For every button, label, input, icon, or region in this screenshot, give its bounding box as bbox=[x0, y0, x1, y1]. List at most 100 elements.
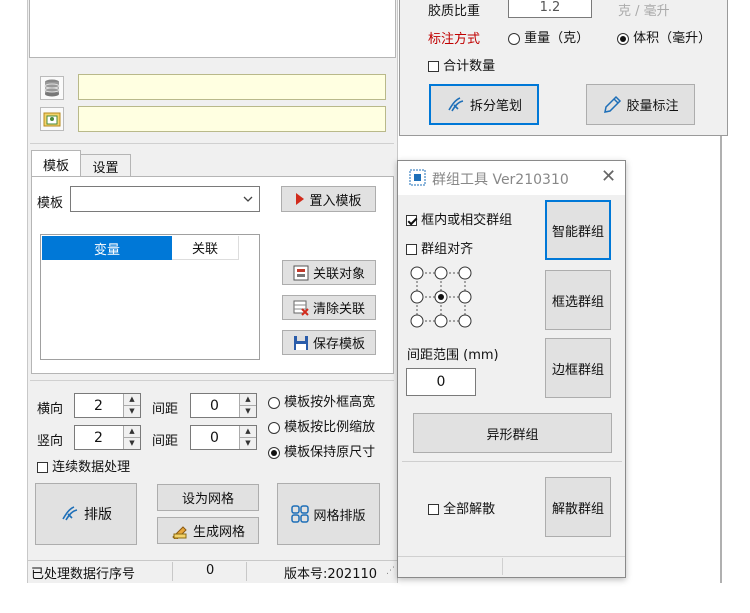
continuous-data-checkbox[interactable]: 连续数据处理 bbox=[37, 456, 130, 475]
spin-up-icon[interactable]: ▲ bbox=[123, 394, 140, 406]
play-arrow-icon bbox=[296, 193, 305, 205]
generate-grid-button[interactable]: 生成网格 bbox=[157, 517, 259, 544]
radio-weight[interactable]: 重量（克） bbox=[508, 27, 589, 46]
associate-object-button[interactable]: 关联对象 bbox=[282, 260, 376, 285]
group-align-checkbox[interactable]: 群组对齐 bbox=[406, 238, 473, 257]
group-tool-title: 群组工具 Ver210310 bbox=[432, 172, 569, 188]
set-grid-button[interactable]: 设为网格 bbox=[157, 484, 259, 511]
layout-button[interactable]: 排版 bbox=[35, 483, 137, 545]
tab-settings[interactable]: 设置 bbox=[81, 154, 131, 177]
version-label: 版本号:202110 bbox=[284, 567, 378, 582]
radio-volume[interactable]: 体积（毫升） bbox=[617, 27, 711, 46]
chevron-down-icon bbox=[243, 196, 253, 202]
horizontal-count-stepper[interactable]: 2 ▲ ▼ bbox=[74, 393, 141, 418]
image-folder-icon[interactable] bbox=[40, 107, 64, 131]
save-template-button[interactable]: 保存模板 bbox=[282, 330, 376, 355]
clear-table-icon bbox=[293, 300, 309, 316]
radio-scale[interactable]: 模板按比例缩放 bbox=[268, 416, 375, 435]
save-disk-icon bbox=[293, 335, 308, 350]
checkbox-icon bbox=[406, 244, 417, 255]
layout-button-label: 排版 bbox=[84, 507, 112, 523]
status-divider bbox=[172, 562, 173, 581]
dissolve-all-checkbox[interactable]: 全部解散 bbox=[428, 498, 495, 517]
box-select-group-button[interactable]: 框选群组 bbox=[545, 270, 611, 330]
image-path-field[interactable] bbox=[78, 106, 386, 132]
pencil-icon bbox=[604, 95, 622, 113]
radio-circle-icon bbox=[268, 396, 280, 409]
table-header-association[interactable]: 关联 bbox=[172, 236, 239, 260]
table-header-variable[interactable]: 变量 bbox=[42, 236, 172, 260]
radio-circle-icon bbox=[268, 421, 280, 434]
processed-rows-value: 0 bbox=[206, 563, 215, 578]
spin-down-icon[interactable]: ▼ bbox=[123, 405, 140, 417]
divider bbox=[30, 143, 394, 144]
template-select[interactable] bbox=[70, 186, 260, 212]
density-input[interactable]: 1.2 bbox=[508, 0, 592, 18]
inside-or-intersect-checkbox[interactable]: 框内或相交群组 bbox=[406, 209, 512, 228]
glue-annotation-button[interactable]: 胶量标注 bbox=[586, 84, 695, 125]
checkbox-icon bbox=[428, 504, 439, 515]
spin-up-icon[interactable]: ▲ bbox=[239, 394, 256, 406]
tab-template[interactable]: 模板 bbox=[31, 150, 81, 177]
h-spacing-stepper[interactable]: 0 ▲ ▼ bbox=[190, 393, 257, 418]
spin-up-icon[interactable]: ▲ bbox=[239, 426, 256, 438]
dissolve-group-button[interactable]: 解散群组 bbox=[545, 477, 611, 537]
tab-template-label: 模板 bbox=[42, 158, 69, 174]
spacing-range-input[interactable]: 0 bbox=[406, 368, 476, 396]
brush-icon bbox=[62, 506, 78, 521]
status-divider bbox=[246, 562, 247, 581]
status-divider bbox=[502, 558, 503, 575]
radio-outer-size-label: 模板按外框高宽 bbox=[284, 395, 376, 410]
v-spacing-stepper[interactable]: 0 ▲ ▼ bbox=[190, 425, 257, 450]
table-header-association-label: 关联 bbox=[191, 242, 218, 257]
h-spacing-label: 间距 bbox=[152, 402, 179, 417]
table-header-variable-label: 变量 bbox=[93, 242, 120, 258]
group-tool-statusbar bbox=[398, 556, 625, 577]
set-grid-label: 设为网格 bbox=[181, 492, 234, 507]
brush-icon bbox=[448, 96, 464, 111]
radio-weight-label: 重量（克） bbox=[524, 31, 590, 46]
data-source-field[interactable] bbox=[78, 74, 386, 100]
radio-scale-label: 模板按比例缩放 bbox=[284, 420, 376, 435]
dissolve-group-label: 解散群组 bbox=[551, 501, 604, 517]
border-group-button[interactable]: 边框群组 bbox=[545, 338, 611, 398]
split-stroke-button[interactable]: 拆分笔划 bbox=[429, 84, 539, 125]
spin-down-icon[interactable]: ▼ bbox=[239, 437, 256, 449]
v-spacing-value: 0 bbox=[210, 429, 219, 446]
irregular-group-button[interactable]: 异形群组 bbox=[413, 413, 612, 453]
resize-grip-icon[interactable]: ⋰ bbox=[386, 566, 395, 576]
app-icon bbox=[409, 169, 426, 186]
smart-group-label: 智能群组 bbox=[551, 224, 604, 240]
spin-down-icon[interactable]: ▼ bbox=[123, 437, 140, 449]
alignment-grid[interactable] bbox=[410, 266, 472, 328]
radio-selected-icon bbox=[268, 446, 280, 459]
continuous-data-label: 连续数据处理 bbox=[52, 460, 131, 475]
import-template-label: 置入模板 bbox=[309, 193, 362, 209]
box-select-group-label: 框选群组 bbox=[551, 294, 604, 310]
border-group-label: 边框群组 bbox=[551, 362, 604, 378]
spacing-range-label: 间距范围 (mm) bbox=[407, 348, 499, 363]
close-icon[interactable]: ✕ bbox=[601, 166, 616, 187]
dissolve-all-label: 全部解散 bbox=[443, 502, 496, 517]
vertical-count-stepper[interactable]: 2 ▲ ▼ bbox=[74, 425, 141, 450]
grid-layout-button[interactable]: 网格排版 bbox=[277, 483, 380, 545]
inside-or-intersect-label: 框内或相交群组 bbox=[421, 213, 513, 228]
total-count-checkbox[interactable]: 合计数量 bbox=[428, 55, 495, 74]
radio-circle-icon bbox=[508, 32, 520, 45]
spin-down-icon[interactable]: ▼ bbox=[239, 405, 256, 417]
radio-original-size[interactable]: 模板保持原尺寸 bbox=[268, 441, 375, 460]
v-spacing-label: 间距 bbox=[152, 434, 179, 449]
import-template-button[interactable]: 置入模板 bbox=[281, 186, 376, 212]
smart-group-button[interactable]: 智能群组 bbox=[545, 200, 611, 260]
spin-up-icon[interactable]: ▲ bbox=[123, 426, 140, 438]
pencil-ruler-icon bbox=[172, 525, 187, 539]
checkbox-icon bbox=[37, 462, 48, 473]
total-count-label: 合计数量 bbox=[443, 59, 496, 74]
vertical-count-value: 2 bbox=[94, 429, 103, 446]
radio-outer-size[interactable]: 模板按外框高宽 bbox=[268, 391, 375, 410]
white-canvas-strip bbox=[626, 136, 722, 583]
tab-settings-label: 设置 bbox=[92, 160, 119, 176]
spacing-range-value: 0 bbox=[436, 374, 446, 390]
database-icon[interactable] bbox=[40, 76, 64, 100]
clear-association-button[interactable]: 清除关联 bbox=[282, 295, 376, 320]
